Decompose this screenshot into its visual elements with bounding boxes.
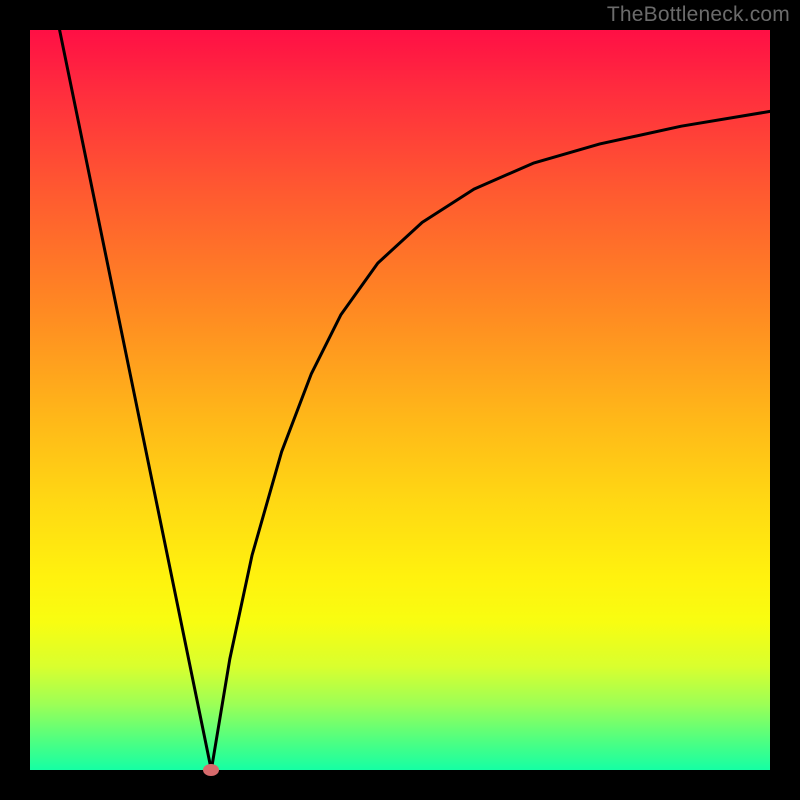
bottleneck-curve	[60, 30, 770, 770]
chart-frame: TheBottleneck.com	[0, 0, 800, 800]
watermark-text: TheBottleneck.com	[607, 3, 790, 27]
curve-layer	[0, 0, 800, 800]
minimum-marker	[203, 764, 219, 776]
